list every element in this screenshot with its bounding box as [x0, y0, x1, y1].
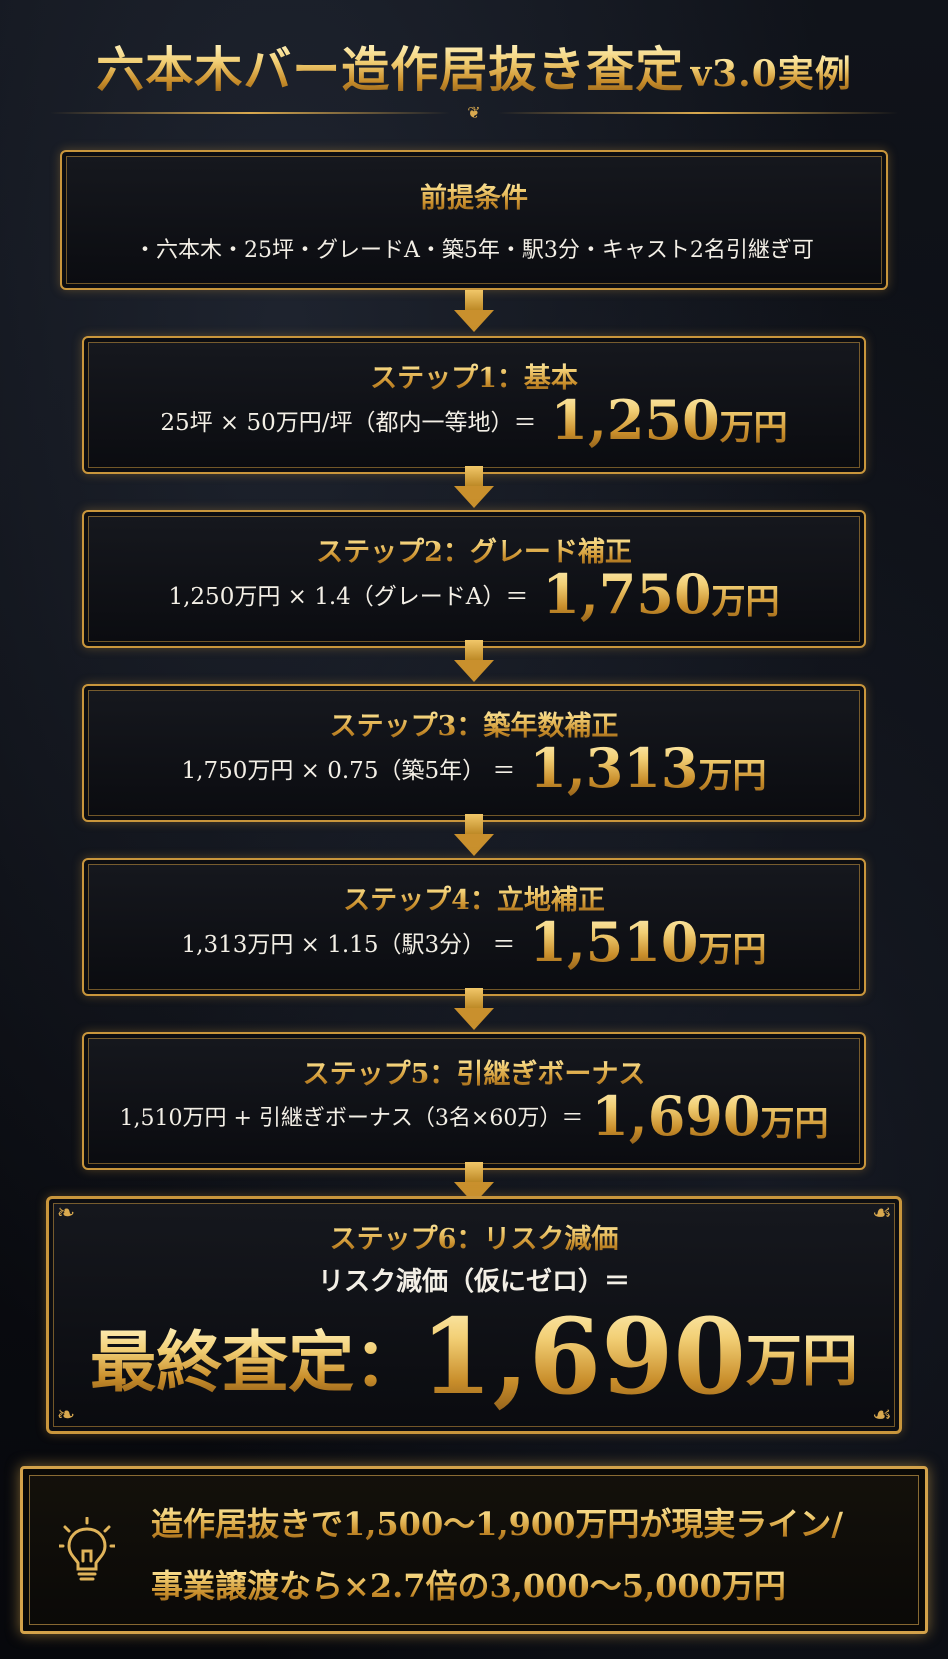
step-box-1: ステップ1：基本 25坪 × 50万円/坪（都内一等地）＝ 1,250万円 [82, 336, 866, 474]
final-result-unit: 万円 [745, 1328, 858, 1394]
step-box-3: ステップ3：築年数補正 1,750万円 × 0.75（築5年） ＝ 1,313万円 [82, 684, 866, 822]
title-suffix: v3.0実例 [690, 53, 852, 95]
arrow-down-icon [454, 814, 494, 858]
arrow-down-icon [454, 290, 494, 334]
final-label: 最終査定： [90, 1322, 421, 1401]
step-result-unit: 万円 [711, 582, 780, 622]
final-result-value: 1,690 [420, 1295, 746, 1418]
step-box-2: ステップ2：グレード補正 1,250万円 × 1.4（グレードA）＝ 1,750万… [82, 510, 866, 648]
arrow-down-icon [454, 466, 494, 510]
note-line-1: 造作居抜きで1,500〜1,900万円が現実ライン/ [151, 1499, 843, 1545]
step-result: 1,313万円 [529, 736, 766, 800]
step-result: 1,750万円 [542, 562, 779, 626]
step-formula: 1,250万円 × 1.4（グレードA）＝ [168, 584, 529, 610]
step-calc-row: 1,750万円 × 0.75（築5年） ＝ 1,313万円 [84, 736, 864, 800]
step-result-unit: 万円 [719, 408, 788, 448]
step-box-5: ステップ5：引継ぎボーナス 1,510万円 + 引継ぎボーナス（3名×60万）＝… [82, 1032, 866, 1170]
step-box-4: ステップ4：立地補正 1,313万円 × 1.15（駅3分） ＝ 1,510万円 [82, 858, 866, 996]
step-formula: 1,313万円 × 1.15（駅3分） ＝ [181, 932, 516, 958]
title-rule-left [50, 112, 450, 114]
step-calc-row: 25坪 × 50万円/坪（都内一等地）＝ 1,250万円 [84, 388, 864, 452]
title-rule-right [498, 112, 898, 114]
title-main: 六本木バー造作居抜き査定 [96, 42, 685, 98]
arrow-down-icon [454, 988, 494, 1032]
step-result: 1,690万円 [591, 1084, 828, 1148]
step-formula: 25坪 × 50万円/坪（都内一等地）＝ [160, 410, 537, 436]
step-calc-row: 1,250万円 × 1.4（グレードA）＝ 1,750万円 [84, 562, 864, 626]
note-line-2: 事業譲渡なら×2.7倍の3,000〜5,000万円 [151, 1561, 786, 1607]
step-result-value: 1,313 [529, 736, 699, 800]
page-title: 六本木バー造作居抜き査定 v3.0実例 [0, 30, 948, 100]
lightbulb-icon [59, 1517, 115, 1581]
title-ornament-icon: ❦ [467, 103, 481, 122]
step-result-value: 1,750 [542, 562, 712, 626]
step-result-value: 1,250 [550, 388, 720, 452]
step-result-unit: 万円 [760, 1104, 829, 1144]
arrow-down-icon [454, 640, 494, 684]
step-calc-row: 1,510万円 + 引継ぎボーナス（3名×60万）＝ 1,690万円 [84, 1084, 864, 1148]
step-calc-row: 1,313万円 × 1.15（駅3分） ＝ 1,510万円 [84, 910, 864, 974]
step-result-unit: 万円 [698, 756, 767, 796]
step-result: 1,250万円 [551, 388, 788, 452]
step-result-unit: 万円 [698, 930, 767, 970]
step-result-value: 1,510 [529, 910, 699, 974]
step-formula: 1,510万円 + 引継ぎボーナス（3名×60万）＝ [119, 1106, 584, 1131]
step-result-value: 1,690 [591, 1084, 761, 1148]
premise-detail: ・六本木・25坪・グレードA・築5年・駅3分・キャスト2名引継ぎ可 [134, 238, 814, 263]
final-heading: ステップ6：リスク減価 [49, 1217, 899, 1256]
final-box: ❧ ☙ ❧ ☙ ステップ6：リスク減価 リスク減価（仮にゼロ）＝ 最終査定：1,… [46, 1196, 902, 1434]
premise-box: 前提条件 ・六本木・25坪・グレードA・築5年・駅3分・キャスト2名引継ぎ可 [60, 150, 888, 290]
step-formula: 1,750万円 × 0.75（築5年） ＝ [181, 758, 516, 784]
step-result: 1,510万円 [529, 910, 766, 974]
summary-note: 造作居抜きで1,500〜1,900万円が現実ライン/ 事業譲渡なら×2.7倍の3… [20, 1466, 928, 1634]
final-formula: リスク減価（仮にゼロ）＝ [317, 1267, 630, 1297]
final-assessment: 最終査定：1,690万円 [49, 1295, 899, 1418]
premise-heading: 前提条件 [62, 176, 886, 215]
